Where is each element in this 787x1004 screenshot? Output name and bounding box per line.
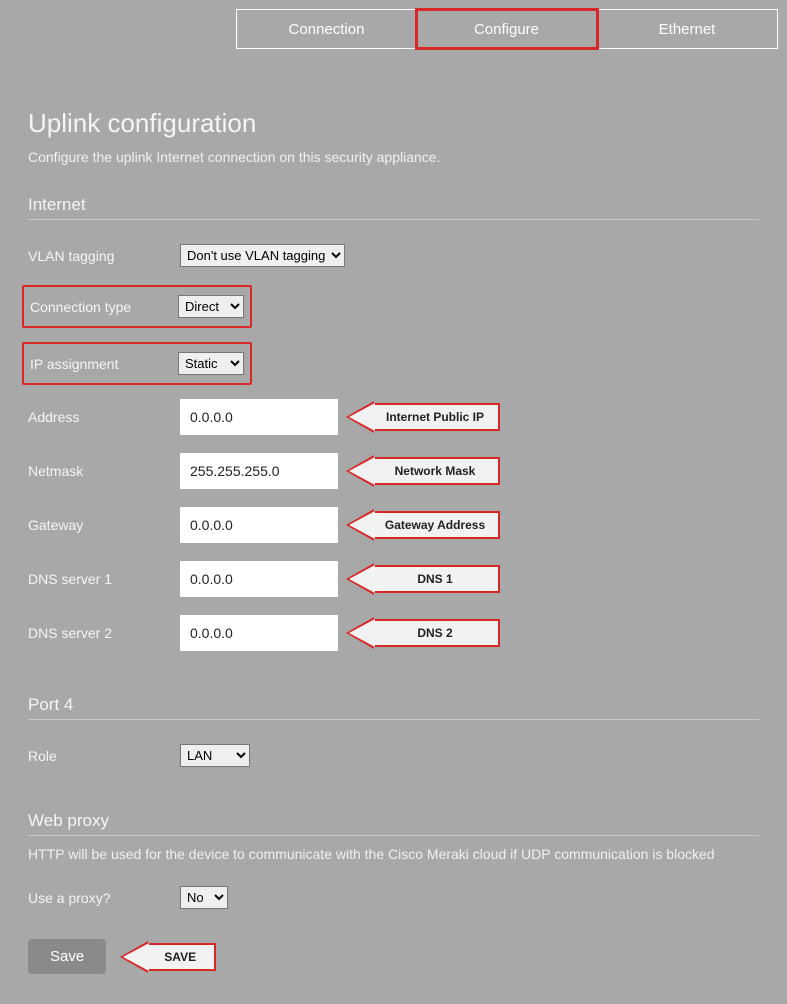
content: Uplink configuration Configure the uplin… — [0, 58, 787, 1004]
tab-configure[interactable]: Configure — [417, 10, 597, 48]
connection-type-highlight: Connection type Direct — [22, 285, 252, 328]
netmask-callout: Network Mask — [348, 457, 500, 485]
dns1-callout: DNS 1 — [348, 565, 500, 593]
netmask-input[interactable] — [180, 453, 338, 489]
arrow-left-icon — [122, 943, 148, 971]
row-role: Role LAN — [28, 744, 759, 767]
gateway-callout: Gateway Address — [348, 511, 500, 539]
tab-ethernet[interactable]: Ethernet — [597, 10, 777, 48]
address-input[interactable] — [180, 399, 338, 435]
useproxy-label: Use a proxy? — [28, 890, 180, 906]
arrow-left-icon — [348, 457, 374, 485]
save-button[interactable]: Save — [28, 939, 106, 974]
dns2-callout: DNS 2 — [348, 619, 500, 647]
gateway-callout-text: Gateway Address — [372, 511, 500, 539]
tab-connection[interactable]: Connection — [237, 10, 417, 48]
row-netmask: Netmask Network Mask — [28, 453, 759, 489]
row-connection-type: Connection type Direct — [28, 285, 759, 328]
netmask-callout-text: Network Mask — [372, 457, 500, 485]
netmask-label: Netmask — [28, 463, 180, 479]
connection-type-label: Connection type — [30, 299, 178, 315]
address-label: Address — [28, 409, 180, 425]
ip-assignment-highlight: IP assignment Static — [22, 342, 252, 385]
arrow-left-icon — [348, 511, 374, 539]
dns1-label: DNS server 1 — [28, 571, 180, 587]
connection-type-select[interactable]: Direct — [178, 295, 244, 318]
row-address: Address Internet Public IP — [28, 399, 759, 435]
address-callout-text: Internet Public IP — [372, 403, 500, 431]
arrow-left-icon — [348, 619, 374, 647]
dns2-callout-text: DNS 2 — [372, 619, 500, 647]
dns2-label: DNS server 2 — [28, 625, 180, 641]
gateway-label: Gateway — [28, 517, 180, 533]
webproxy-desc: HTTP will be used for the device to comm… — [28, 846, 759, 862]
page-subtitle: Configure the uplink Internet connection… — [28, 149, 759, 165]
row-gateway: Gateway Gateway Address — [28, 507, 759, 543]
ip-assignment-label: IP assignment — [30, 356, 178, 372]
row-useproxy: Use a proxy? No — [28, 886, 759, 909]
top-bar: Connection Configure Ethernet — [0, 0, 787, 58]
dns1-input[interactable] — [180, 561, 338, 597]
useproxy-select[interactable]: No — [180, 886, 228, 909]
save-callout: SAVE — [122, 943, 216, 971]
row-vlan: VLAN tagging Don't use VLAN tagging — [28, 244, 759, 267]
ip-assignment-select[interactable]: Static — [178, 352, 244, 375]
vlan-select[interactable]: Don't use VLAN tagging — [180, 244, 345, 267]
row-dns2: DNS server 2 DNS 2 — [28, 615, 759, 651]
address-callout: Internet Public IP — [348, 403, 500, 431]
row-ip-assignment: IP assignment Static — [28, 342, 759, 385]
vlan-label: VLAN tagging — [28, 248, 180, 264]
role-select[interactable]: LAN — [180, 744, 250, 767]
section-internet: Internet — [28, 195, 759, 220]
role-label: Role — [28, 748, 180, 764]
dns2-input[interactable] — [180, 615, 338, 651]
arrow-left-icon — [348, 565, 374, 593]
save-callout-text: SAVE — [146, 943, 216, 971]
page-title: Uplink configuration — [28, 108, 759, 139]
save-row: Save SAVE — [28, 939, 759, 974]
arrow-left-icon — [348, 403, 374, 431]
section-port4: Port 4 — [28, 695, 759, 720]
dns1-callout-text: DNS 1 — [372, 565, 500, 593]
section-webproxy: Web proxy — [28, 811, 759, 836]
tab-strip: Connection Configure Ethernet — [236, 9, 778, 49]
gateway-input[interactable] — [180, 507, 338, 543]
row-dns1: DNS server 1 DNS 1 — [28, 561, 759, 597]
